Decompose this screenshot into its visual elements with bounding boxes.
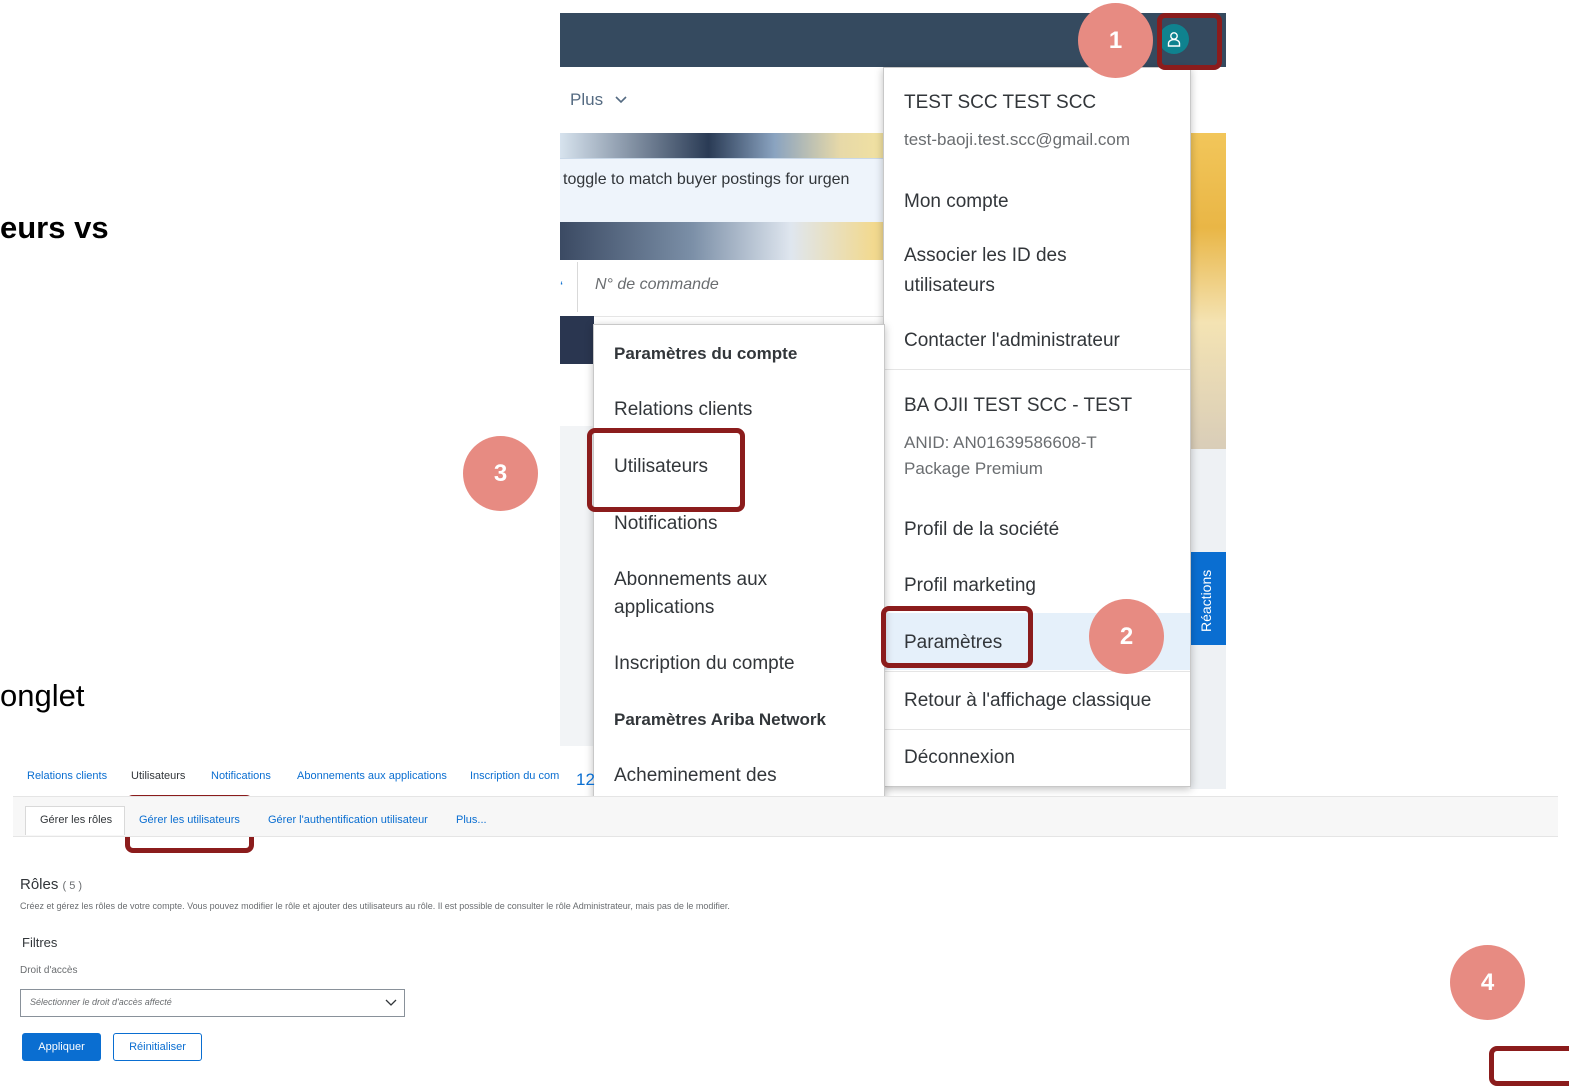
- announcement-text: toggle to match buyer postings for urgen: [563, 171, 850, 188]
- partial-count: 12: [576, 770, 595, 789]
- reset-button[interactable]: Réinitialiser: [113, 1033, 202, 1061]
- menu-item-company-profile[interactable]: Profil de la société: [904, 519, 1059, 541]
- menu-item-link-user-ids-line1[interactable]: Associer les ID des: [904, 245, 1067, 267]
- highlight-corner: [1489, 1046, 1569, 1086]
- banner-image-bottom: [560, 316, 594, 364]
- settings-section-network: Paramètres Ariba Network: [614, 710, 826, 729]
- submenu-item-account-registration[interactable]: Inscription du compte: [614, 653, 795, 675]
- access-right-select[interactable]: Sélectionner le droit d'accès affecté: [20, 989, 405, 1017]
- roles-description: Créez et gérez les rôles de votre compte…: [20, 901, 730, 911]
- search-scope-edge: ‘: [560, 278, 564, 294]
- banner-image-right: [1190, 133, 1226, 449]
- settings-section-account: Paramètres du compte: [614, 344, 798, 363]
- menu-item-logout[interactable]: Déconnexion: [904, 747, 1015, 769]
- slide-caption-fragment: onglet: [0, 678, 85, 713]
- announcement-bar: [560, 158, 885, 224]
- step-badge-4: 4: [1450, 945, 1525, 1020]
- access-right-placeholder: Sélectionner le droit d'accès affecté: [30, 997, 172, 1007]
- highlight-users: [587, 428, 745, 512]
- feedback-tab-label: Réactions: [1198, 569, 1214, 632]
- menu-item-contact-admin[interactable]: Contacter l'administrateur: [904, 330, 1120, 352]
- step-badge-3: 3: [463, 436, 538, 511]
- user-dropdown-menu: TEST SCC TEST SCC test-baoji.test.scc@gm…: [883, 67, 1191, 787]
- submenu-item-subscriptions-line2[interactable]: applications: [614, 597, 714, 619]
- roles-count: ( 5 ): [62, 880, 83, 892]
- sub-tab-manage-users[interactable]: Gérer les utilisateurs: [139, 814, 240, 826]
- settings-submenu: Paramètres du compte Relations clients U…: [593, 324, 885, 802]
- menu-item-link-user-ids-line2[interactable]: utilisateurs: [904, 275, 995, 297]
- submenu-item-routing[interactable]: Acheminement des: [614, 765, 777, 787]
- menu-item-my-account[interactable]: Mon compte: [904, 191, 1009, 213]
- tab-subscriptions[interactable]: Abonnements aux applications: [297, 770, 447, 782]
- tab-notifications[interactable]: Notifications: [211, 770, 271, 782]
- order-number-search-input[interactable]: N° de commande: [595, 276, 719, 294]
- feedback-tab[interactable]: Réactions: [1190, 552, 1226, 645]
- sub-tab-manage-roles[interactable]: Gérer les rôles: [40, 814, 112, 826]
- submenu-item-customer-relations[interactable]: Relations clients: [614, 399, 752, 421]
- user-email: test-baoji.test.scc@gmail.com: [904, 130, 1131, 149]
- tab-customer-relations[interactable]: Relations clients: [27, 770, 107, 782]
- tab-account-registration[interactable]: Inscription du com: [470, 770, 559, 782]
- menu-item-marketing-profile[interactable]: Profil marketing: [904, 575, 1036, 597]
- menu-divider: [884, 671, 1190, 672]
- sub-tab-more[interactable]: Plus...: [456, 814, 487, 826]
- submenu-item-notifications[interactable]: Notifications: [614, 513, 718, 535]
- access-right-label: Droit d'accès: [20, 965, 78, 976]
- apply-button[interactable]: Appliquer: [22, 1033, 101, 1061]
- menu-item-classic-view[interactable]: Retour à l'affichage classique: [904, 690, 1151, 712]
- company-name: BA OJII TEST SCC - TEST: [904, 395, 1133, 416]
- company-package: Package Premium: [904, 459, 1043, 478]
- search-divider: [577, 262, 578, 312]
- banner-image-top: [560, 133, 890, 158]
- menu-divider: [884, 369, 1190, 370]
- highlight-avatar: [1157, 13, 1222, 70]
- banner-image-mid: [560, 222, 890, 260]
- menu-divider: [884, 729, 1190, 730]
- sub-tab-bar: [13, 796, 1558, 837]
- sub-tab-user-authentication[interactable]: Gérer l'authentification utilisateur: [268, 814, 428, 826]
- submenu-item-subscriptions-line1[interactable]: Abonnements aux: [614, 569, 767, 591]
- nav-more-menu[interactable]: Plus: [570, 90, 628, 110]
- chevron-down-icon: [385, 999, 397, 1006]
- step-badge-1: 1: [1078, 3, 1153, 78]
- roles-heading: Rôles ( 5 ): [20, 876, 82, 893]
- roles-title: Rôles: [20, 876, 59, 893]
- user-name: TEST SCC TEST SCC: [904, 92, 1097, 113]
- highlight-settings: [881, 606, 1033, 668]
- company-anid: ANID: AN01639586608-T: [904, 433, 1097, 452]
- step-badge-2: 2: [1089, 599, 1164, 674]
- slide-heading-fragment: eurs vs: [0, 210, 109, 245]
- filters-heading: Filtres: [22, 935, 58, 950]
- chevron-down-icon: [615, 96, 627, 104]
- nav-more-label: Plus: [570, 90, 604, 109]
- tab-users[interactable]: Utilisateurs: [131, 770, 185, 782]
